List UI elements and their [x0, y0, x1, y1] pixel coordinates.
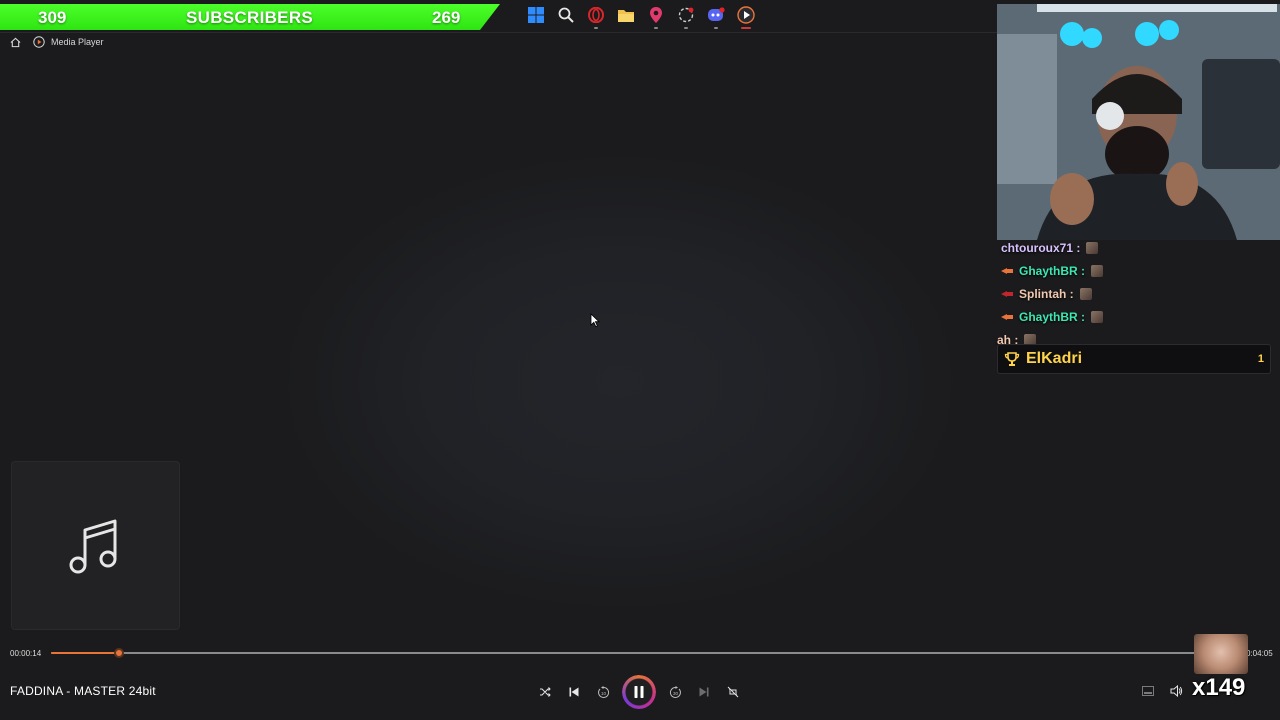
opera-browser-icon[interactable]: [586, 4, 606, 29]
breadcrumb-app-label: Media Player: [51, 37, 104, 47]
subscriber-label: SUBSCRIBERS: [186, 8, 314, 27]
album-art[interactable]: [11, 461, 180, 630]
rewind-10-icon: 10: [597, 685, 609, 698]
volume-button[interactable]: [1168, 682, 1184, 700]
pause-button[interactable]: [623, 676, 655, 708]
breadcrumb-media-player[interactable]: Media Player: [33, 36, 104, 48]
next-icon: [699, 687, 709, 697]
shuffle-button[interactable]: [536, 677, 554, 707]
repeat-off-icon: [727, 686, 739, 698]
emote-image: [1194, 634, 1248, 674]
subscriber-right-count: 269: [432, 8, 461, 27]
browser-icon[interactable]: [676, 4, 696, 29]
home-icon: [10, 37, 21, 47]
chat-username: GhaythBR :: [1019, 263, 1085, 278]
previous-icon: [569, 687, 579, 697]
windows-start-icon[interactable]: [526, 4, 546, 26]
svg-text:30: 30: [672, 691, 678, 696]
maps-pin-icon[interactable]: [646, 4, 666, 29]
subscriber-left-count: 309: [38, 8, 67, 27]
chat-overlay: chtouroux71 : GhaythBR : Splintah : Ghay…: [997, 236, 1280, 351]
playback-controls: 10 30: [536, 676, 742, 708]
trophy-icon: [1004, 352, 1020, 366]
chat-emote: [1091, 310, 1103, 323]
chat-emote: [1091, 264, 1103, 277]
discord-icon[interactable]: [706, 4, 726, 29]
chat-username: Splintah :: [1019, 286, 1074, 301]
current-time: 00:00:14: [10, 649, 42, 658]
webcam-feed: [997, 4, 1280, 240]
file-explorer-icon[interactable]: [616, 4, 636, 26]
media-player-taskbar-icon[interactable]: [736, 4, 756, 29]
top-donor-name: ElKadri: [1026, 350, 1083, 367]
seek-thumb[interactable]: [114, 648, 125, 658]
emote-spacer: [1196, 682, 1210, 700]
chat-username: chtouroux71 :: [1001, 240, 1081, 255]
forward-30-icon: 30: [669, 685, 681, 698]
total-time: 0:04:05: [1246, 649, 1273, 658]
miniplayer-button[interactable]: [1140, 682, 1156, 700]
sub-badge-icon: [1001, 267, 1013, 274]
pause-icon: [634, 686, 644, 698]
repeat-button[interactable]: [724, 677, 742, 707]
svg-text:10: 10: [600, 691, 606, 696]
now-playing-title: FADDINA - MASTER 24bit: [10, 684, 156, 698]
chat-message: chtouroux71 :: [997, 236, 1280, 259]
chat-emote: [1079, 287, 1092, 300]
home-button[interactable]: [10, 37, 21, 48]
search-icon[interactable]: [556, 4, 576, 26]
title-bar-divider: [0, 32, 1000, 33]
taskbar: [526, 4, 756, 29]
seek-progress: [51, 652, 120, 654]
media-player-icon: [33, 36, 45, 48]
sub-badge-icon: [1001, 313, 1013, 320]
chat-message: GhaythBR :: [997, 259, 1280, 282]
secondary-controls: [1140, 682, 1280, 700]
previous-button[interactable]: [565, 677, 583, 707]
shuffle-icon: [540, 687, 551, 697]
skip-forward-30-button[interactable]: 30: [666, 677, 684, 707]
next-button[interactable]: [695, 677, 713, 707]
mouse-cursor: [590, 313, 600, 328]
chat-message: Splintah :: [997, 282, 1280, 305]
chat-emote: [1086, 241, 1099, 254]
breadcrumb: Media Player: [10, 36, 104, 48]
sub-badge-icon: [1001, 290, 1013, 297]
skip-back-10-button[interactable]: 10: [594, 677, 612, 707]
seek-bar[interactable]: [51, 648, 1245, 658]
chat-message: GhaythBR :: [997, 305, 1280, 328]
subscriber-banner: 309 SUBSCRIBERS 269: [0, 4, 500, 30]
miniplayer-icon: [1142, 686, 1154, 696]
volume-icon: [1170, 685, 1182, 697]
chat-username: GhaythBR :: [1019, 309, 1085, 324]
top-donor-count: 1: [1257, 353, 1264, 365]
music-note-icon: [69, 519, 116, 573]
top-donor-card: ElKadri 1: [997, 344, 1271, 374]
